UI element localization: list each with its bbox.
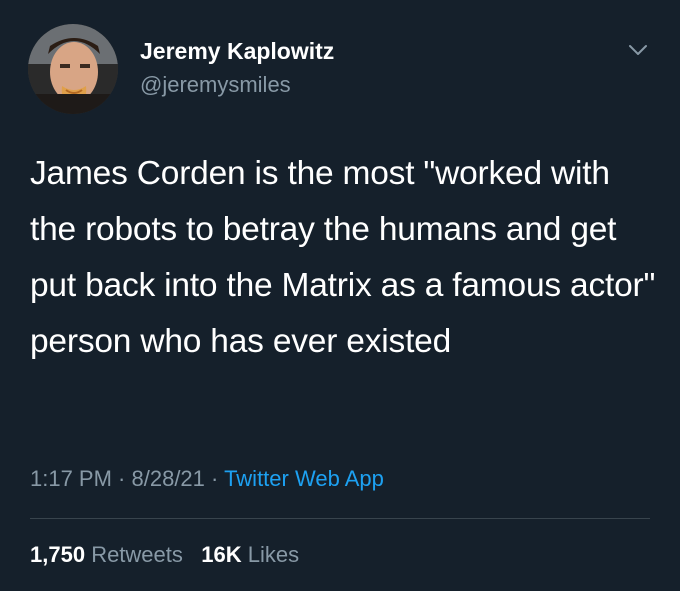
chevron-down-icon[interactable] [626, 38, 650, 62]
likes-stat[interactable]: 16K Likes [201, 542, 299, 567]
author-handle[interactable]: @jeremysmiles [140, 72, 291, 98]
tweet-text: James Corden is the most "worked with th… [30, 155, 656, 360]
meta-separator: · [204, 466, 225, 491]
tweet-stats: 1,750 Retweets 16K Likes [30, 542, 299, 568]
avatar-photo [28, 24, 118, 114]
avatar[interactable] [28, 24, 118, 114]
retweets-count: 1,750 [30, 542, 86, 567]
tweet-meta: 1:17 PM · 8/28/21 · Twitter Web App [30, 466, 384, 492]
tweet-date[interactable]: 8/28/21 [132, 466, 205, 491]
likes-label: Likes [247, 542, 300, 567]
tweet-time[interactable]: 1:17 PM [30, 466, 112, 491]
likes-count: 16K [201, 542, 242, 567]
retweets-label: Retweets [91, 542, 183, 567]
meta-separator: · [111, 466, 132, 491]
tweet-source-link[interactable]: Twitter Web App [224, 466, 384, 491]
tweet-card: Jeremy Kaplowitz @jeremysmiles James Cor… [0, 0, 680, 591]
author-name[interactable]: Jeremy Kaplowitz [140, 38, 334, 65]
divider [30, 518, 650, 519]
retweets-stat[interactable]: 1,750 Retweets [30, 542, 183, 567]
